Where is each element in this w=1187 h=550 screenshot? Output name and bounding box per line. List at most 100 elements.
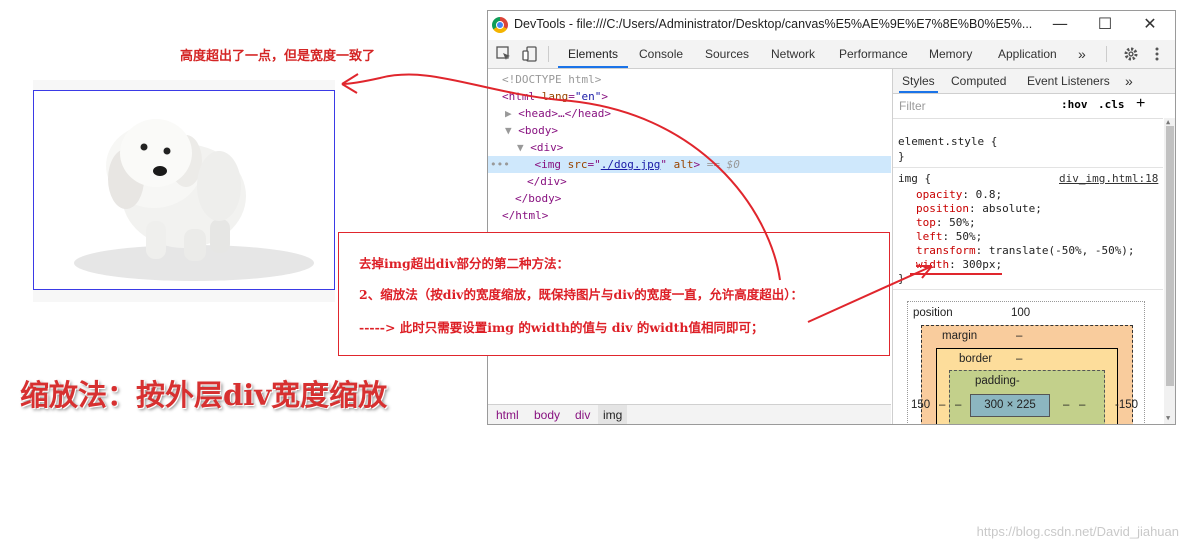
position-label: position [913,307,953,319]
gear-icon[interactable] [1123,46,1139,62]
toolbar-divider [548,46,549,62]
doctype-text: <!DOCTYPE html> [502,73,602,86]
decl-top[interactable]: top: 50%; [916,216,976,230]
filter-input[interactable]: Filter [899,99,926,113]
collapse-arrow-icon[interactable]: ▼ [517,141,530,154]
dog-image-frame [33,90,335,290]
position-right-value: -150 [1115,399,1139,411]
crumb-body[interactable]: body [534,408,560,422]
src-attr: src [567,158,588,171]
tab-event-listeners[interactable]: Event Listeners [1027,69,1110,93]
rule-divider [893,289,1163,290]
tab-console[interactable]: Console [639,40,683,68]
tab-sources[interactable]: Sources [705,40,749,68]
annotation-box: 去掉img超出div部分的第二种方法： 2、缩放法（按div的宽度缩放，既保持图… [338,232,890,356]
src-link[interactable]: ./dog.jpg [601,158,661,171]
maximize-button[interactable]: ☐ [1083,13,1127,37]
new-rule-button[interactable]: + [1136,95,1145,113]
head-tag: <head>…</head> [518,107,611,120]
width-underline [910,273,1002,275]
inspect-icon[interactable] [496,46,512,62]
crumb-img[interactable]: img [598,405,628,424]
styles-scrollbar[interactable]: ▲ ▼ [1164,118,1175,424]
row-menu-dots[interactable]: ••• [488,158,510,171]
position-top-value: 100 [1011,307,1031,319]
box-model-content[interactable]: 300 × 225 [970,394,1050,417]
method-heading: 缩放法：按外层div宽度缩放 [20,378,388,412]
tree-line-div[interactable]: ▼ <div> [488,139,920,156]
img-rule-close: } [898,272,905,285]
crumb-html[interactable]: html [496,408,519,422]
tree-line-body-close[interactable]: </body> [488,190,918,207]
alt-attr: alt [666,158,694,171]
padding-right-value: – [1063,399,1070,411]
tree-line-head[interactable]: ▶ <head>…</head> [488,105,908,122]
crumb-div[interactable]: div [575,408,590,422]
decl-position[interactable]: position: absolute; [916,202,1042,216]
dog-image [74,119,314,281]
decl-width[interactable]: width: 300px; [916,258,1002,272]
kebab-menu-icon[interactable] [1153,46,1161,62]
prop-name: top [916,216,936,229]
scroll-up-icon[interactable]: ▲ [1166,118,1170,126]
decl-opacity[interactable]: opacity: 0.8; [916,188,1002,202]
lang-value: "en" [574,90,602,103]
scroll-down-icon[interactable]: ▼ [1166,414,1170,422]
tab-application[interactable]: Application [998,40,1057,68]
prop-value: 0.8; [975,188,1003,201]
tree-line-body[interactable]: ▼ <body> [488,122,908,139]
element-style-selector[interactable]: element.style { [898,135,997,149]
styles-pane: Styles Computed Event Listeners » Filter… [892,69,1175,424]
element-style-close: } [898,150,905,163]
tab-performance[interactable]: Performance [839,40,908,68]
prop-value: 50%; [955,230,983,243]
selected-marker: == $0 [700,158,740,171]
tree-line-html-close[interactable]: </html> [488,207,905,224]
tab-memory[interactable]: Memory [929,40,972,68]
rule-divider [893,167,1163,168]
tab-styles[interactable]: Styles [899,69,938,93]
decl-left[interactable]: left: 50%; [916,230,982,244]
tab-elements[interactable]: Elements [558,40,629,68]
div-close-tag: </div> [527,175,567,188]
device-toggle-icon[interactable] [522,46,538,62]
toolbar-divider [1106,46,1107,62]
collapse-arrow-icon[interactable]: ▼ [505,124,518,137]
margin-top-value: – [1016,330,1023,342]
styles-more-button[interactable]: » [1125,69,1133,93]
prop-name: left [916,230,943,243]
prop-name: width [916,258,950,271]
tree-line-doctype[interactable]: <!DOCTYPE html> [488,71,905,88]
tab-computed[interactable]: Computed [951,69,1006,93]
window-title: DevTools - file:///C:/Users/Administrato… [514,17,1033,31]
tab-network[interactable]: Network [771,40,815,68]
devtools-window: DevTools - file:///C:/Users/Administrato… [487,10,1176,425]
prop-value: 300px; [962,258,1003,271]
html-tag: <html [502,90,536,103]
div-tag: <div> [530,141,564,154]
minimize-button[interactable]: — [1038,13,1082,37]
lang-attr: lang [535,90,569,103]
border-label: border [959,353,993,365]
more-tabs-button[interactable]: » [1078,40,1086,68]
cls-toggle[interactable]: .cls [1098,98,1125,111]
tree-line-html[interactable]: <html lang="en"> [488,88,905,105]
decl-transform[interactable]: transform: translate(-50%, -50%); [916,244,1135,258]
margin-label: margin [942,330,978,342]
scrollbar-thumb[interactable] [1166,126,1174,386]
watermark: https://blog.csdn.net/David_jiahuan [976,524,1179,539]
close-button[interactable]: ✕ [1128,13,1172,37]
title-bar: DevTools - file:///C:/Users/Administrato… [488,11,1175,40]
tree-line-img-selected[interactable]: ••• <img src="./dog.jpg" alt> == $0 [488,156,891,173]
breadcrumb: html body div img [488,404,891,424]
prop-value: absolute; [982,202,1042,215]
img-rule-selector[interactable]: img { [898,172,931,186]
expand-arrow-icon[interactable]: ▶ [505,107,518,120]
margin-left-value: – [939,399,946,411]
html-close-tag: </html> [502,209,549,222]
chrome-icon [492,17,508,33]
tree-line-div-close[interactable]: </div> [488,173,930,190]
prop-value: translate(-50%, -50%); [988,244,1135,257]
hov-toggle[interactable]: :hov [1061,98,1088,111]
rule-source-link[interactable]: div_img.html:18 [1059,172,1158,186]
